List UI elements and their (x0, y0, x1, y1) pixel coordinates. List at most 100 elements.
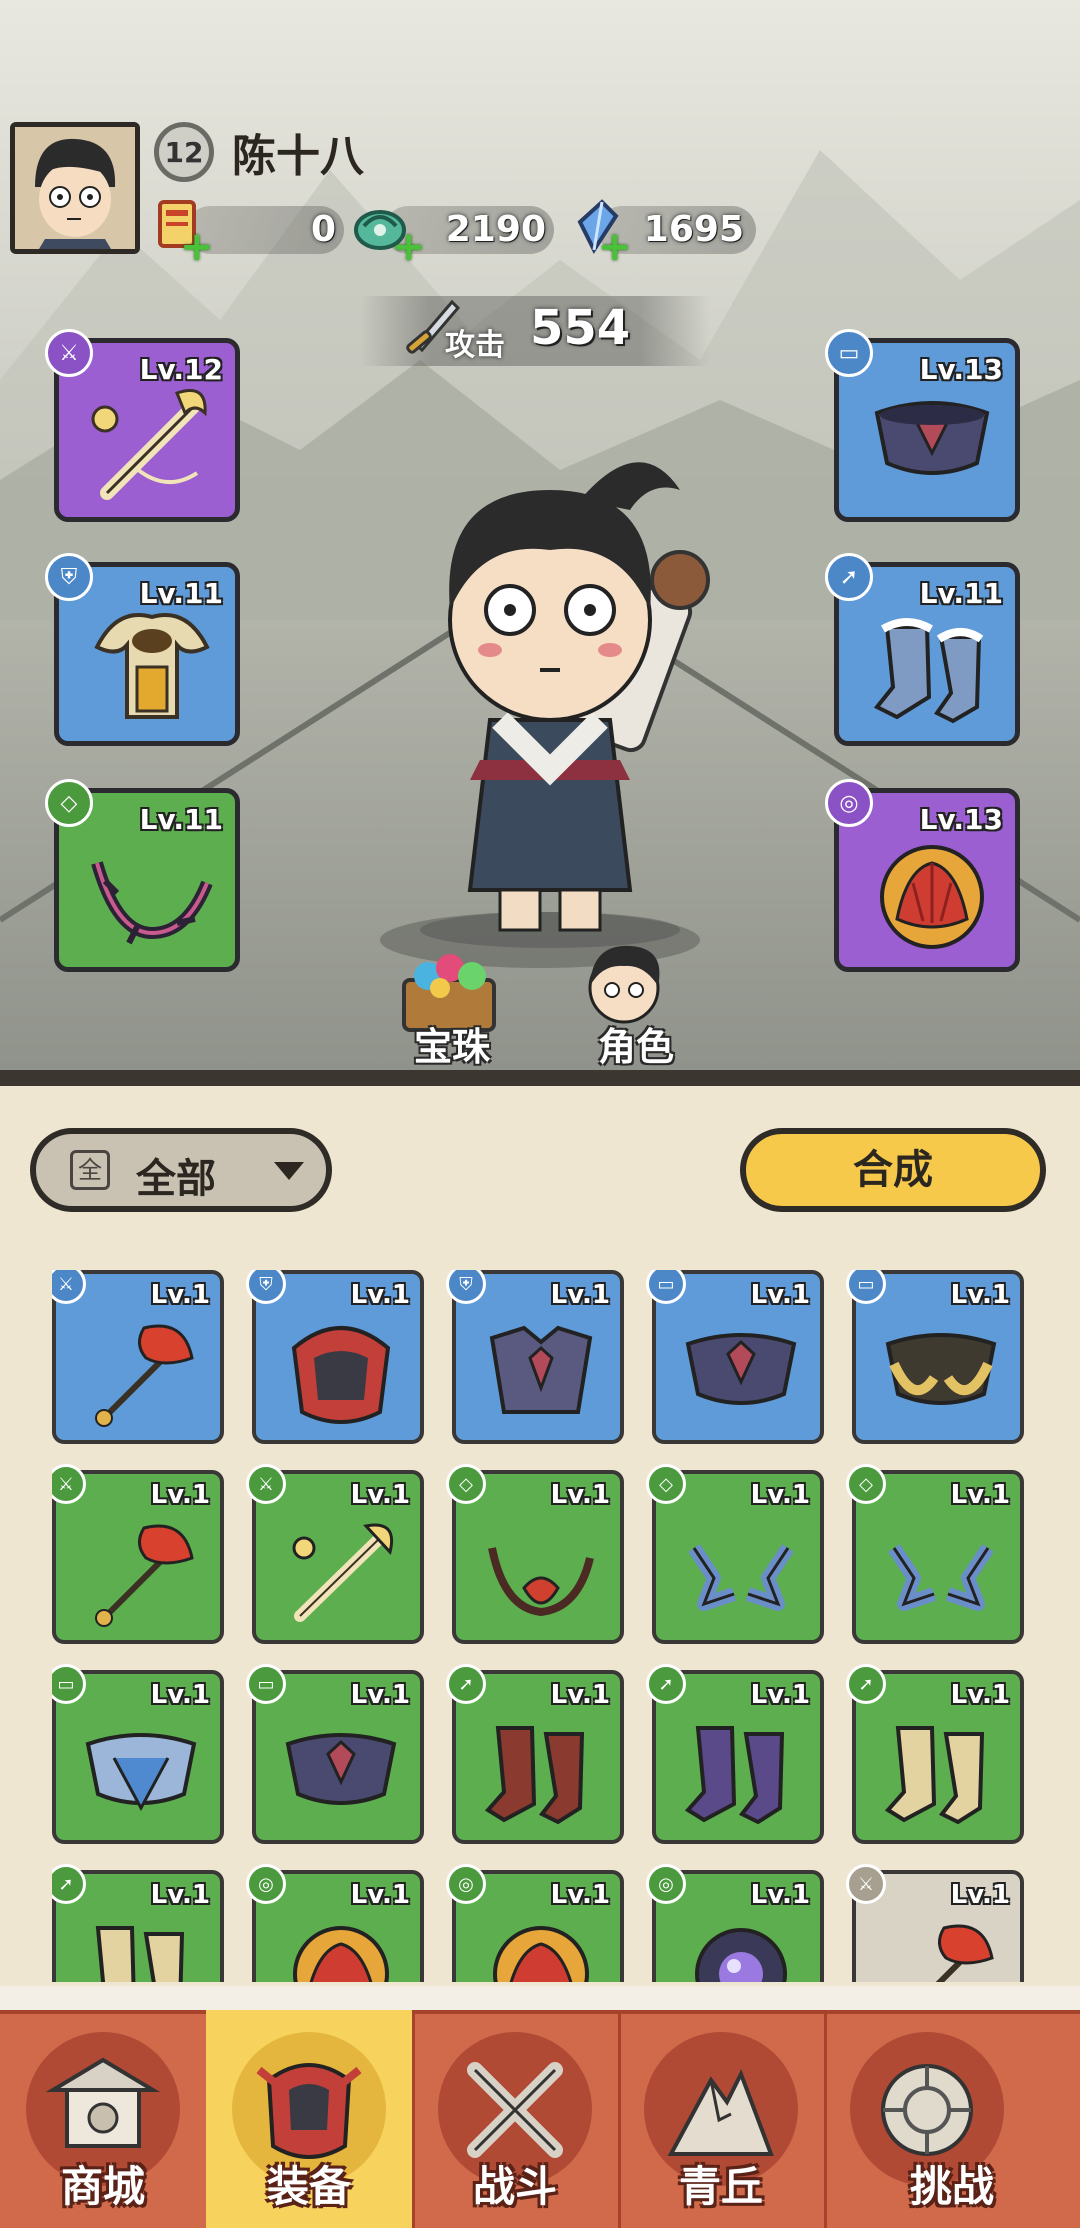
add-crystal-icon[interactable]: + (598, 227, 632, 267)
weapon-slot-icon: ⚔ (45, 329, 93, 377)
inventory-item-level: Lv.1 (150, 1880, 210, 1910)
inventory-item-level: Lv.1 (350, 1280, 410, 1310)
inventory-item[interactable]: ◎ Lv.1 (446, 1864, 624, 1982)
inventory-item[interactable]: ⛨ Lv.1 (246, 1270, 424, 1444)
filter-all-icon: 全 (70, 1150, 110, 1190)
tab-challenge[interactable]: 挑战 (824, 2010, 1080, 2228)
inventory-item-level: Lv.1 (750, 1680, 810, 1710)
inventory-item[interactable]: ▭ Lv.1 (52, 1664, 224, 1844)
equipped-helmet-slot[interactable]: ⛨ Lv.11 (45, 553, 240, 746)
inventory-item-level: Lv.1 (350, 1680, 410, 1710)
gold-boots-icon (884, 1726, 985, 1825)
ring-slot-icon: ◎ (446, 1864, 486, 1904)
resource-value-scroll: 0 (310, 209, 336, 250)
equipment-icon (256, 2063, 362, 2159)
inventory-grid: ⚔ Lv.1 ⛨ Lv.1 ⛨ Lv.1 ▭ Lv.1 ▭ Lv.1 ⚔ Lv.1 ⚔ Lv.1 ◇ Lv.1… (52, 1270, 1032, 1982)
equipped-weapon-slot[interactable]: ⚔ Lv.12 (45, 329, 240, 522)
lotus-ring-icon (493, 1926, 589, 1982)
inventory-item[interactable]: ➚ Lv.1 (52, 1864, 224, 1982)
inventory-item-level: Lv.1 (950, 1680, 1010, 1710)
helmet-slot-icon: ⛨ (446, 1270, 486, 1304)
inventory-item-level: Lv.1 (550, 1880, 610, 1910)
necklace-slot-icon: ◇ (45, 779, 93, 827)
tab-equipment[interactable]: 装备 (206, 2010, 415, 2228)
inventory-item[interactable]: ◇ Lv.1 (646, 1464, 824, 1644)
inventory-item-level: Lv.1 (150, 1680, 210, 1710)
equipped-belt-slot[interactable]: ▭ Lv.13 (825, 329, 1020, 522)
gems-button[interactable]: 宝珠 (414, 1016, 490, 1071)
inventory-item[interactable]: ➚ Lv.1 (646, 1664, 824, 1844)
inventory-item[interactable]: ◇ Lv.1 (846, 1464, 1024, 1644)
equipment-screen: 12 陈十八 + 0 + 2190 + 1695 攻击 554 ⚔ Lv.12 (0, 0, 1080, 2228)
equipped-boots-slot[interactable]: ➚ Lv.11 (825, 553, 1020, 746)
inventory-item-level: Lv.1 (350, 1480, 410, 1510)
belt-slot-icon: ▭ (646, 1270, 686, 1304)
inventory-item[interactable]: ◇ Lv.1 (446, 1464, 624, 1644)
red-mask-icon (291, 1326, 391, 1424)
character-button[interactable]: 角色 (598, 1016, 674, 1071)
filter-dropdown[interactable]: 全 全部 (30, 1128, 332, 1212)
ring-slot-icon: ◎ (825, 779, 873, 827)
inventory-item[interactable]: ⚔ Lv.1 (52, 1270, 224, 1444)
red-boots-icon (484, 1726, 585, 1825)
player-level-badge: 12 (154, 122, 214, 182)
inventory-item-level: Lv.1 (550, 1480, 610, 1510)
add-scroll-icon[interactable]: + (180, 227, 214, 267)
boots-slot-icon: ➚ (646, 1664, 686, 1704)
dark-armor-icon (489, 1325, 593, 1414)
weapon-slot-icon: ⚔ (52, 1270, 86, 1304)
synthesize-button[interactable]: 合成 (740, 1128, 1046, 1212)
inventory-item[interactable]: ⚔ Lv.1 (846, 1864, 1024, 1982)
lotus-ring-icon (880, 845, 984, 949)
golden-staff-icon (292, 1523, 393, 1622)
inventory-item[interactable]: ▭ Lv.1 (646, 1270, 824, 1444)
resource-value-jade: 2190 (445, 209, 546, 250)
hero-character[interactable] (380, 430, 720, 950)
add-jade-icon[interactable]: + (392, 227, 426, 267)
red-necklace-icon (488, 1547, 594, 1617)
avatar-portrait-icon (15, 127, 135, 249)
belt-slot-icon: ▭ (846, 1270, 886, 1304)
boots-slot-icon: ➚ (825, 553, 873, 601)
inventory-item-level: Lv.1 (750, 1480, 810, 1510)
inventory-item[interactable]: ⚔ Lv.1 (52, 1464, 224, 1644)
inventory-item[interactable]: ➚ Lv.1 (846, 1664, 1024, 1844)
golden-staff-icon (91, 389, 207, 500)
flower-staff-icon (95, 1324, 194, 1427)
blue-necklace-icon (688, 1544, 794, 1611)
tab-shop[interactable]: 商城 (0, 2010, 209, 2228)
inventory-item[interactable]: ▭ Lv.1 (846, 1270, 1024, 1444)
dark-belt-icon (874, 401, 990, 475)
belt-slot-icon: ▭ (52, 1664, 86, 1704)
player-name: 陈十八 (232, 131, 364, 182)
inventory-item-level: Lv.1 (350, 1880, 410, 1910)
equipped-ring-slot[interactable]: ◎ Lv.13 (825, 779, 1020, 972)
inventory-item[interactable]: ◎ Lv.1 (246, 1864, 424, 1982)
chevron-down-icon (274, 1162, 304, 1180)
ring-slot-icon: ◎ (646, 1864, 686, 1904)
inventory-item-level: Lv.1 (750, 1280, 810, 1310)
equipped-necklace-slot[interactable]: ◇ Lv.11 (45, 779, 240, 972)
inventory-item[interactable]: ⛨ Lv.1 (446, 1270, 624, 1444)
tab-equipment-label: 装备 (266, 2162, 351, 2211)
inventory-item[interactable]: ◎ Lv.1 (646, 1864, 824, 1982)
orb-ring-icon (695, 1928, 787, 1982)
mountain-icon (667, 2069, 774, 2156)
inventory-item-level: Lv.1 (750, 1880, 810, 1910)
inventory-item[interactable]: ➚ Lv.1 (446, 1664, 624, 1844)
weapon-slot-icon: ⚔ (52, 1464, 86, 1504)
battle-icon (467, 2062, 563, 2158)
player-avatar[interactable] (10, 122, 140, 254)
helmet-slot-icon: ⛨ (246, 1270, 286, 1304)
tab-battle[interactable]: 战斗 (412, 2010, 621, 2228)
flower-staff-icon (935, 1924, 994, 1982)
tab-qingqiu[interactable]: 青丘 (618, 2010, 827, 2228)
inventory-item-level: Lv.1 (150, 1280, 210, 1310)
boots-slot-icon: ➚ (446, 1664, 486, 1704)
inventory-item-level: Lv.1 (950, 1280, 1010, 1310)
inventory-item[interactable]: ▭ Lv.1 (246, 1664, 424, 1844)
inventory-item-level: Lv.1 (950, 1880, 1010, 1910)
ring-slot-icon: ◎ (246, 1864, 286, 1904)
inventory-item[interactable]: ⚔ Lv.1 (246, 1464, 424, 1644)
challenge-icon (881, 2064, 973, 2156)
